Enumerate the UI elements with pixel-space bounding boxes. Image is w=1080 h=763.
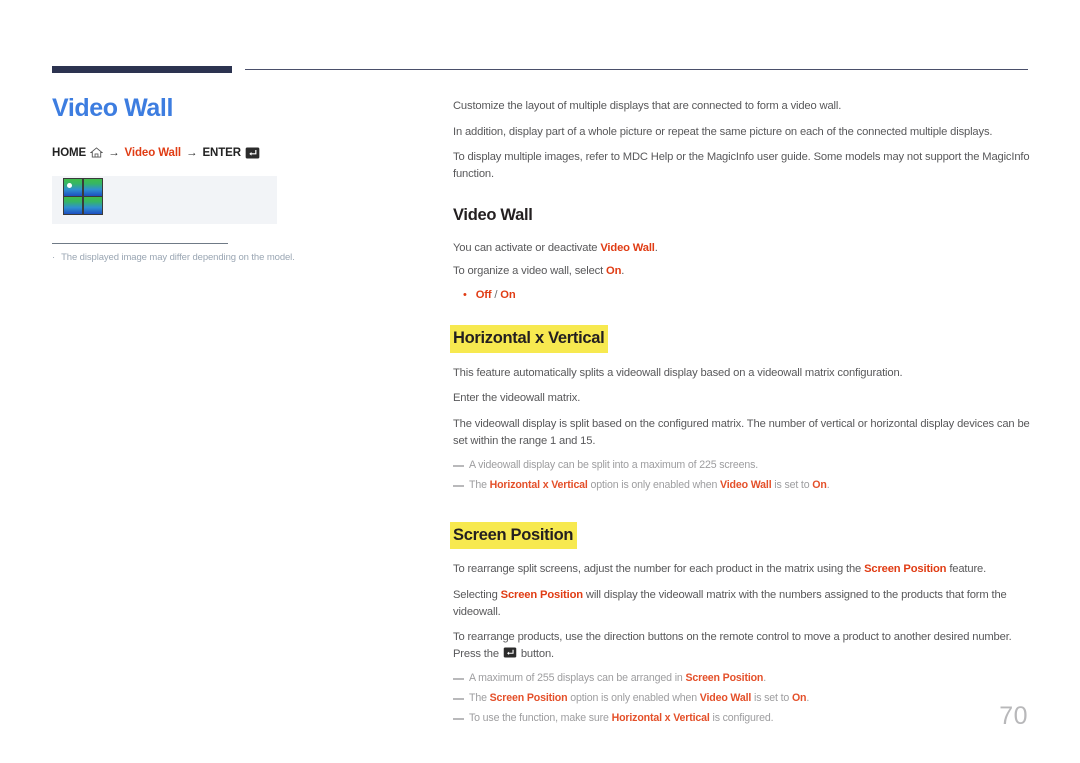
sp-note-2-term-1: Screen Position [489, 692, 568, 705]
note-dash-icon [453, 698, 464, 700]
sp-note-1: A maximum of 255 displays can be arrange… [453, 671, 1031, 687]
video-wall-options-row: • Off / On [463, 287, 1031, 304]
sp-p1-part-c: feature. [946, 563, 987, 576]
sp-note-2-part-c: option is only enabled when [567, 692, 700, 705]
video-wall-cell-3 [64, 197, 83, 214]
sp-note-3-part-a: To use the function, make sure [469, 712, 612, 725]
enter-key-icon [503, 647, 517, 658]
bullet-dot-icon: • [463, 288, 467, 301]
note-dash-icon [453, 465, 464, 467]
video-wall-line-2: To organize a video wall, select On. [453, 263, 1031, 280]
enter-key-icon [245, 147, 260, 159]
right-column: Customize the layout of multiple display… [450, 98, 1031, 731]
breadcrumb-item-video-wall: Video Wall [124, 146, 182, 159]
hxv-note-2-term-1: Horizontal x Vertical [489, 479, 588, 492]
intro-paragraph-2: In addition, display part of a whole pic… [453, 125, 993, 138]
illustration-panel [52, 175, 277, 224]
option-on: On [500, 288, 516, 301]
sp-note-1-term: Screen Position [685, 672, 764, 685]
sp-paragraph-3: To rearrange products, use the direction… [453, 629, 1031, 662]
hxv-note-2-text: The Horizontal x Vertical option is only… [469, 478, 830, 494]
option-separator: / [491, 288, 501, 301]
sp-note-2-part-e: is set to [751, 692, 792, 705]
video-wall-line-2-part-c: . [621, 265, 625, 278]
hxv-paragraph-1: This feature automatically splits a vide… [453, 366, 903, 379]
breadcrumb-enter-label: ENTER [202, 146, 241, 159]
hxv-note-1-text: A videowall display can be split into a … [469, 459, 759, 472]
hxv-note-1: A videowall display can be split into a … [453, 458, 1031, 474]
video-wall-line-1-part-c: . [654, 241, 658, 254]
sp-note-2-term-3: On [791, 692, 807, 705]
sp-note-1-part-c: . [763, 672, 767, 685]
hxv-paragraph-3: The videowall display is split based on … [453, 418, 1030, 447]
sp-paragraph-2: Selecting Screen Position will display t… [453, 587, 1031, 620]
video-wall-2x2-icon [63, 177, 103, 215]
sp-note-3-term: Horizontal x Vertical [611, 712, 710, 725]
left-column-separator [52, 242, 228, 244]
sp-note-2-text: The Screen Position option is only enabl… [469, 691, 809, 707]
header-rule-thick [52, 66, 232, 73]
sp-p3-part-b: button. [517, 647, 554, 660]
breadcrumb: HOME → Video Wall → ENTER [52, 147, 407, 159]
sp-note-2-term-2: Video Wall [699, 692, 752, 705]
page-number: 70 [999, 702, 1028, 730]
section-heading-screen-position: Screen Position [450, 521, 578, 550]
sp-note-1-text: A maximum of 255 displays can be arrange… [469, 671, 766, 687]
sp-p2-term: Screen Position [500, 588, 583, 601]
hxv-note-2-part-c: option is only enabled when [587, 479, 721, 492]
note-dash-icon [453, 718, 464, 720]
sp-note-3: To use the function, make sure Horizonta… [453, 711, 1031, 727]
sp-note-2-part-a: The [469, 692, 490, 705]
intro-paragraph-3: To display multiple images, refer to MDC… [453, 151, 1030, 180]
sp-note-3-part-c: is configured. [709, 712, 774, 725]
note-dash-icon [453, 485, 464, 487]
hxv-note-2-term-3: On [812, 479, 827, 492]
video-wall-line-1: You can activate or deactivate Video Wal… [453, 240, 1031, 257]
video-wall-options: Off / On [476, 287, 516, 304]
hxv-note-2-term-2: Video Wall [720, 479, 772, 492]
section-heading-horizontal-x-vertical: Horizontal x Vertical [450, 325, 609, 353]
note-bullet-icon: · [52, 251, 56, 263]
header-rule-thin [245, 69, 1028, 70]
page-title: Video Wall [52, 94, 174, 122]
sp-note-2: The Screen Position option is only enabl… [453, 691, 1031, 707]
sp-note-3-text: To use the function, make sure Horizonta… [469, 711, 774, 727]
breadcrumb-arrow-2: → [186, 146, 198, 159]
hxv-note-2: The Horizontal x Vertical option is only… [453, 478, 1031, 494]
hxv-note-2-part-e: is set to [771, 479, 813, 492]
hxv-paragraph-2: Enter the videowall matrix. [453, 392, 581, 405]
sp-p1-term: Screen Position [864, 563, 947, 576]
sp-note-2-part-g: . [806, 692, 810, 705]
note-dash-icon [453, 678, 464, 680]
sp-p2-part-a: Selecting [453, 588, 501, 601]
video-wall-cell-1 [64, 178, 83, 196]
option-off: Off [475, 288, 492, 301]
left-column: Video Wall HOME → Video Wall → ENTER · T… [52, 94, 407, 263]
video-wall-line-1-term: Video Wall [600, 241, 655, 254]
sp-note-1-part-a: A maximum of 255 displays can be arrange… [469, 672, 686, 685]
intro-paragraph-1: Customize the layout of multiple display… [453, 100, 842, 112]
section-heading-video-wall: Video Wall [453, 206, 533, 225]
breadcrumb-home-label: HOME [52, 146, 87, 159]
video-wall-line-2-part-a: To organize a video wall, select [453, 265, 607, 278]
illustration-note: · The displayed image may differ dependi… [52, 252, 407, 263]
video-wall-cell-2 [83, 178, 102, 196]
video-wall-cell-4 [83, 197, 102, 214]
hxv-note-2-part-a: The [469, 479, 490, 492]
home-icon [90, 147, 104, 158]
hxv-note-2-part-g: . [826, 479, 830, 492]
video-wall-line-1-part-a: You can activate or deactivate [453, 241, 601, 254]
video-wall-line-2-term: On [606, 265, 622, 278]
sp-p1-part-a: To rearrange split screens, adjust the n… [453, 563, 865, 576]
illustration-note-text: The displayed image may differ depending… [61, 251, 295, 263]
breadcrumb-arrow-1: → [108, 146, 120, 159]
sp-paragraph-1: To rearrange split screens, adjust the n… [453, 561, 1031, 578]
